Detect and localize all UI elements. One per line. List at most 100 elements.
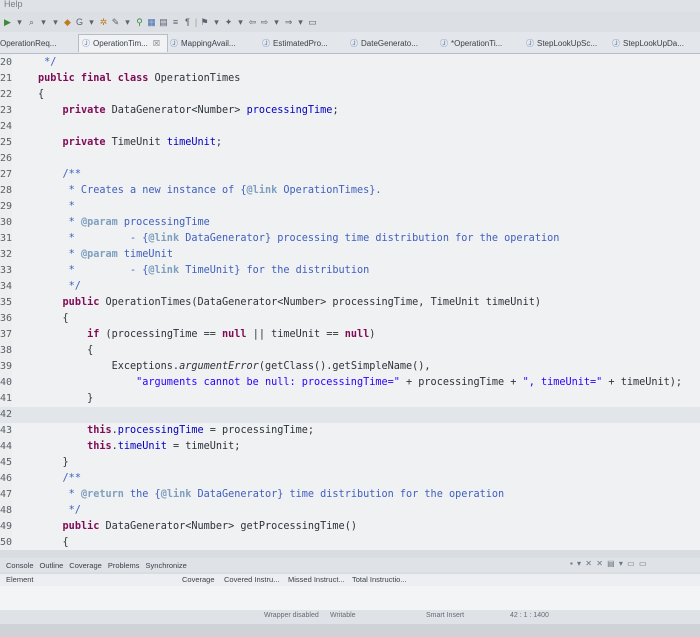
nav-forward-icon[interactable]: ⇒ <box>283 16 294 28</box>
code-line[interactable]: 21 public final class OperationTimes <box>0 71 700 87</box>
tab-console[interactable]: Console <box>6 561 34 570</box>
next-annotation-icon[interactable]: ✦ <box>223 16 234 28</box>
java-file-icon: Ⓙ <box>350 38 358 48</box>
tab-operation-times[interactable]: Ⓙ OperationTim... ☒ <box>78 34 168 52</box>
code-editor[interactable]: 20 */ 21 public final class OperationTimes… <box>0 54 700 550</box>
code-line[interactable]: 28 * Creates a new instance of {@link Op… <box>0 183 700 199</box>
code-line[interactable]: 35 public OperationTimes(DataGenerator<N… <box>0 295 700 311</box>
close-icon[interactable]: ☒ <box>153 39 160 48</box>
dropdown-icon[interactable]: ▾ <box>14 16 25 28</box>
code-text: */ <box>38 57 57 68</box>
search-icon[interactable]: ⌕ <box>26 16 37 28</box>
panel-toolbar-icons[interactable]: ▪ ▾ ✕ ✕ ▤ ▾ ▭ ▭ <box>570 559 648 568</box>
line-number: 41 <box>0 393 13 404</box>
format-icon[interactable]: ≡ <box>170 16 181 28</box>
toggle-icon[interactable]: ▤ <box>158 16 169 28</box>
tab-steplookup-da[interactable]: Ⓙ StepLookUpDa... <box>612 34 698 52</box>
menu-help[interactable]: Help <box>4 0 23 9</box>
code-text: { <box>38 537 69 548</box>
column-total-instructions[interactable]: Total Instructio... <box>352 575 407 584</box>
refresh-icon[interactable]: G <box>74 16 85 28</box>
code-line[interactable]: 47 * @return the {@link DataGenerator} t… <box>0 487 700 503</box>
code-line[interactable]: 33 * - {@link TimeUnit} for the distribu… <box>0 263 700 279</box>
code-line[interactable]: 31 * - {@link DataGenerator} processing … <box>0 231 700 247</box>
code-text: this.timeUnit = timeUnit; <box>87 441 241 452</box>
tab-steplookup-sc[interactable]: Ⓙ StepLookUpSc... <box>526 34 604 52</box>
tab-estimated-pro[interactable]: Ⓙ EstimatedPro... <box>262 34 336 52</box>
code-line[interactable]: 34 */ <box>0 279 700 295</box>
code-line[interactable]: 32 * @param timeUnit <box>0 247 700 263</box>
dropdown-icon[interactable]: ▾ <box>235 16 246 28</box>
column-element[interactable]: Element <box>6 575 34 584</box>
code-line[interactable]: 38 { <box>0 343 700 359</box>
new-class-icon[interactable]: ✎ <box>110 16 121 28</box>
code-line[interactable]: 50 { <box>0 535 700 550</box>
code-line[interactable]: 22 { <box>0 87 700 103</box>
annotation-icon[interactable]: ⚑ <box>199 16 210 28</box>
code-line[interactable]: 20 */ <box>0 55 700 71</box>
code-line[interactable]: 42 <box>0 407 700 423</box>
code-text: { <box>38 89 45 100</box>
code-line[interactable]: 23 private DataGenerator<Number> process… <box>0 103 700 119</box>
code-line[interactable]: 29 * <box>0 199 700 215</box>
code-line[interactable]: 46 /** <box>0 471 700 487</box>
code-line[interactable]: 26 <box>0 151 700 167</box>
code-line[interactable]: 36 { <box>0 311 700 327</box>
tab-operation-ti-dirty[interactable]: Ⓙ *OperationTi... <box>440 34 516 52</box>
tab-date-generato[interactable]: Ⓙ DateGenerato... <box>350 34 426 52</box>
pilcrow-icon[interactable]: ¶ <box>182 16 193 28</box>
code-line[interactable]: 43 this.processingTime = processingTime; <box>0 423 700 439</box>
code-line[interactable]: 24 <box>0 119 700 135</box>
status-wrapper: Wrapper disabled <box>264 612 319 619</box>
window-bottom-edge <box>0 624 700 637</box>
dropdown-icon[interactable]: ▾ <box>271 16 282 28</box>
tab-operation-req[interactable]: OperationReq... <box>0 34 66 52</box>
code-line[interactable]: 27 /** <box>0 167 700 183</box>
window-icon[interactable]: ▭ <box>307 16 318 28</box>
code-text: { <box>38 313 69 324</box>
tab-coverage[interactable]: Coverage <box>69 561 102 570</box>
line-number: 32 <box>0 249 13 260</box>
code-text: * - {@link DataGenerator} processing tim… <box>38 233 560 244</box>
code-text: "arguments cannot be null: processingTim… <box>136 377 683 388</box>
dropdown-icon[interactable]: ▾ <box>122 16 133 28</box>
java-file-icon: Ⓙ <box>170 38 178 48</box>
code-line[interactable]: 37 if (processingTime == null || timeUni… <box>0 327 700 343</box>
open-type-icon[interactable]: ▦ <box>146 16 157 28</box>
code-line[interactable]: 45 } <box>0 455 700 471</box>
line-number: 29 <box>0 201 13 212</box>
tab-problems[interactable]: Problems <box>108 561 140 570</box>
code-text: * @param processingTime <box>38 217 210 228</box>
dropdown-icon[interactable]: ▾ <box>38 16 49 28</box>
column-missed-instructions[interactable]: Missed Instruct... <box>288 575 345 584</box>
code-line[interactable]: 30 * @param processingTime <box>0 215 700 231</box>
package-icon[interactable]: ✲ <box>98 16 109 28</box>
tab-synchronize[interactable]: Synchronize <box>146 561 187 570</box>
tab-outline[interactable]: Outline <box>40 561 64 570</box>
dropdown-icon[interactable]: ▾ <box>50 16 61 28</box>
column-covered-instructions[interactable]: Covered Instru... <box>224 575 279 584</box>
tab-label: DateGenerato... <box>361 38 418 48</box>
code-line[interactable]: 48 */ <box>0 503 700 519</box>
code-line[interactable]: 41 } <box>0 391 700 407</box>
pin-icon[interactable]: ⚲ <box>134 16 145 28</box>
code-line[interactable]: 39 Exceptions.argumentError(getClass().g… <box>0 359 700 375</box>
tab-mapping-avail[interactable]: Ⓙ MappingAvail... <box>170 34 248 52</box>
code-line[interactable]: 40 "arguments cannot be null: processing… <box>0 375 700 391</box>
code-text: { <box>38 345 94 356</box>
dropdown-icon[interactable]: ▾ <box>86 16 97 28</box>
code-text: public final class OperationTimes <box>38 73 241 84</box>
dropdown-icon[interactable]: ▾ <box>295 16 306 28</box>
code-line[interactable]: 25 private TimeUnit timeUnit; <box>0 135 700 151</box>
code-line[interactable]: 44 this.timeUnit = timeUnit; <box>0 439 700 455</box>
forward-icon[interactable]: ⇨ <box>259 16 270 28</box>
column-coverage[interactable]: Coverage <box>182 575 215 584</box>
run-icon[interactable]: ▶ <box>2 16 13 28</box>
code-line[interactable]: 49 public DataGenerator<Number> getProce… <box>0 519 700 535</box>
coverage-icon[interactable]: ◆ <box>62 16 73 28</box>
code-text: * Creates a new instance of {@link Opera… <box>38 185 382 196</box>
java-file-icon: Ⓙ <box>526 38 534 48</box>
dropdown-icon[interactable]: ▾ <box>211 16 222 28</box>
back-icon[interactable]: ⇦ <box>247 16 258 28</box>
code-text: private DataGenerator<Number> processing… <box>62 105 339 116</box>
